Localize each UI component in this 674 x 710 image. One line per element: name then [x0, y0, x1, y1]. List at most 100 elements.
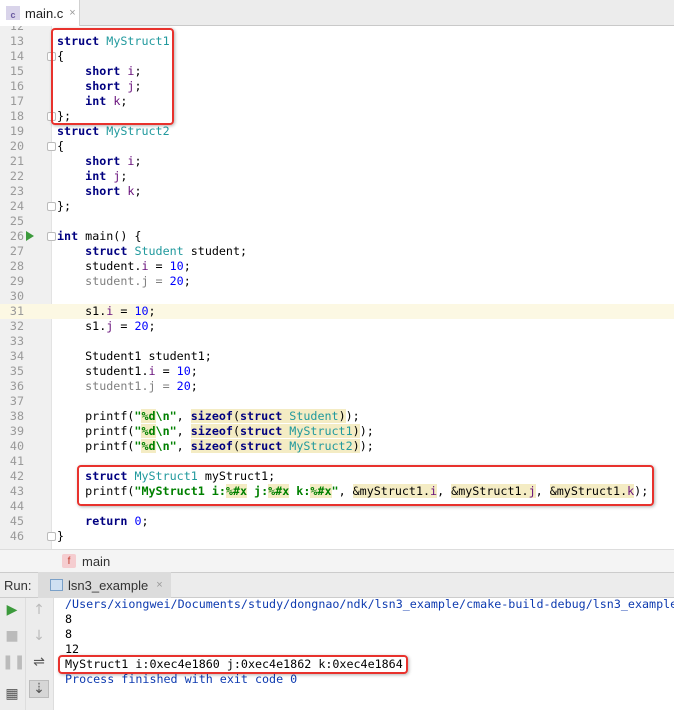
- code-token: return: [85, 514, 128, 528]
- code-text: printf("%d\n", sizeof(struct Student));: [57, 409, 360, 424]
- code-token: short: [85, 154, 121, 168]
- line-number: 31: [9, 304, 24, 318]
- code-token: %d: [141, 409, 156, 423]
- code-token: 10: [176, 364, 191, 378]
- code-line[interactable]: 19 struct MyStruct2: [0, 124, 674, 139]
- code-line[interactable]: 28 student.i = 10;: [0, 259, 674, 274]
- soft-wrap-icon[interactable]: ⇌: [29, 654, 49, 670]
- line-number: 39: [9, 424, 24, 438]
- run-gutter-icon[interactable]: [26, 231, 34, 241]
- code-line[interactable]: 46}: [0, 529, 674, 544]
- code-line[interactable]: 31 s1.i = 10;: [0, 304, 674, 319]
- code-token: struct: [57, 124, 100, 138]
- code-token: =: [148, 259, 170, 273]
- line-number: 20: [9, 139, 24, 153]
- code-line[interactable]: 22 int j;: [0, 169, 674, 184]
- line-number: 29: [9, 274, 24, 288]
- code-line[interactable]: 25: [0, 214, 674, 229]
- code-token: (: [232, 424, 241, 438]
- code-line[interactable]: 33: [0, 334, 674, 349]
- code-line[interactable]: 29 student.j = 20;: [0, 274, 674, 289]
- line-number: 34: [9, 349, 24, 363]
- code-line[interactable]: 20 {: [0, 139, 674, 154]
- fold-marker-icon[interactable]: [47, 202, 56, 211]
- code-line[interactable]: 24};: [0, 199, 674, 214]
- code-token: =: [148, 274, 170, 288]
- code-text: short i;: [57, 154, 141, 169]
- tab-main-c[interactable]: c main.c ×: [0, 0, 80, 26]
- code-token: i: [141, 259, 149, 273]
- scroll-to-end-icon[interactable]: ⇣: [29, 680, 49, 698]
- run-tab-title: lsn3_example: [68, 577, 149, 593]
- breadcrumb-main[interactable]: main: [82, 554, 110, 569]
- code-token: printf(: [57, 424, 135, 438]
- code-token: student1.: [57, 364, 149, 378]
- line-number: 46: [9, 529, 24, 543]
- line-number: 30: [9, 289, 24, 303]
- code-token: 10: [134, 304, 149, 318]
- code-token: s1.: [57, 304, 107, 318]
- code-line[interactable]: 36 student1.j = 20;: [0, 379, 674, 394]
- code-token: ,: [176, 439, 191, 453]
- code-line[interactable]: 37: [0, 394, 674, 409]
- code-token: struct: [240, 439, 283, 453]
- run-tab-lsn3-example[interactable]: lsn3_example ×: [38, 572, 171, 598]
- code-token: ): [352, 424, 360, 438]
- down-arrow-icon[interactable]: ↓: [29, 628, 49, 644]
- fold-marker-icon[interactable]: [47, 142, 56, 151]
- fold-marker-icon[interactable]: [47, 232, 56, 241]
- close-run-tab-icon[interactable]: ×: [156, 579, 162, 591]
- code-token: MyStruct2: [289, 439, 353, 453]
- code-line[interactable]: 38 printf("%d\n", sizeof(struct Student)…: [0, 409, 674, 424]
- line-number: 35: [9, 364, 24, 378]
- line-number: 37: [9, 394, 24, 408]
- code-token: ): [352, 439, 360, 453]
- code-line[interactable]: 39 printf("%d\n", sizeof(struct MyStruct…: [0, 424, 674, 439]
- code-text: }: [57, 529, 64, 544]
- code-text: struct MyStruct2: [57, 124, 170, 139]
- code-line[interactable]: 30: [0, 289, 674, 304]
- code-line[interactable]: 23 short k;: [0, 184, 674, 199]
- stop-icon[interactable]: ■: [2, 628, 22, 644]
- pause-icon[interactable]: ❚❚: [2, 654, 25, 670]
- code-line[interactable]: 34 Student1 student1;: [0, 349, 674, 364]
- code-line[interactable]: 35 student1.i = 10;: [0, 364, 674, 379]
- code-line[interactable]: 40 printf("%d\n", sizeof(struct MyStruct…: [0, 439, 674, 454]
- code-text: printf("%d\n", sizeof(struct MyStruct1))…: [57, 424, 374, 439]
- run-label: Run:: [4, 577, 32, 593]
- code-token: ,: [176, 424, 191, 438]
- line-number: 42: [9, 469, 24, 483]
- line-number: 36: [9, 379, 24, 393]
- fold-marker-icon[interactable]: [47, 532, 56, 541]
- code-line[interactable]: 26 int main() {: [0, 229, 674, 244]
- code-text: student1.j = 20;: [57, 379, 198, 394]
- line-number: 28: [9, 259, 24, 273]
- line-number: 38: [9, 409, 24, 423]
- code-text: student1.i = 10;: [57, 364, 198, 379]
- highlight-box-output: [58, 655, 408, 674]
- code-text: {: [57, 139, 64, 154]
- code-token: );: [345, 409, 360, 423]
- code-token: ;: [183, 259, 191, 273]
- up-arrow-icon[interactable]: ↑: [29, 602, 49, 618]
- code-line[interactable]: 32 s1.j = 20;: [0, 319, 674, 334]
- line-number: 45: [9, 514, 24, 528]
- rerun-icon[interactable]: ▶: [2, 602, 22, 618]
- code-token: i: [148, 364, 156, 378]
- layout-icon[interactable]: ▦: [2, 686, 22, 702]
- line-number: 23: [9, 184, 24, 198]
- code-token: {: [57, 139, 65, 153]
- code-token: student.: [57, 259, 142, 273]
- code-token: }: [57, 529, 65, 543]
- code-line[interactable]: 27 struct Student student;: [0, 244, 674, 259]
- code-token: );: [359, 439, 374, 453]
- code-line[interactable]: 21 short i;: [0, 154, 674, 169]
- close-tab-icon[interactable]: ×: [69, 7, 75, 19]
- code-token: %d: [141, 424, 156, 438]
- code-token: int: [57, 229, 79, 243]
- code-line[interactable]: 45 return 0;: [0, 514, 674, 529]
